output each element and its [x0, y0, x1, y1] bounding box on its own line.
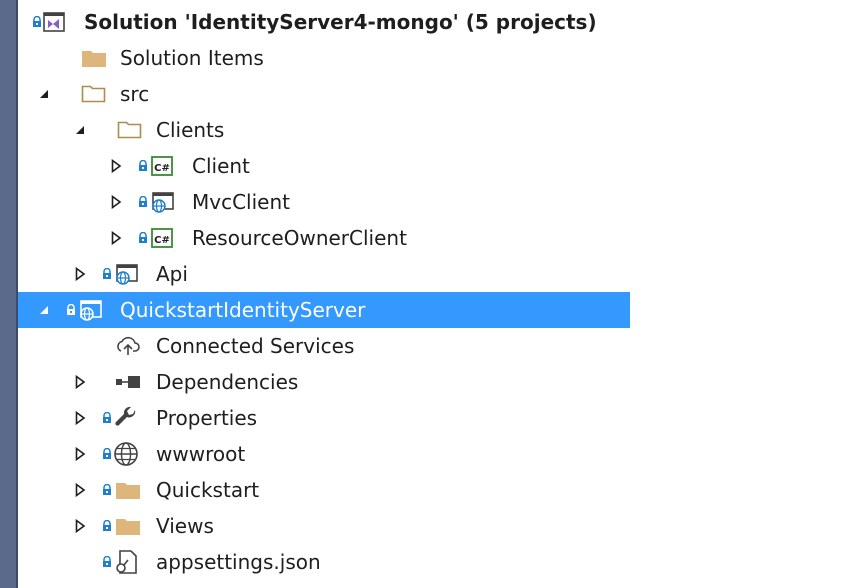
- tree-row-properties[interactable]: Properties: [18, 400, 630, 436]
- folder-open-icon: [116, 112, 144, 148]
- solution-label: Solution 'IdentityServer4-mongo' (5 proj…: [84, 10, 597, 34]
- tree-row-quickstart-identity-server[interactable]: QuickstartIdentityServer: [18, 292, 630, 328]
- tree-row-appsettings-json[interactable]: appsettings.json: [18, 544, 630, 580]
- csharp-badge-text: C#: [154, 163, 170, 174]
- tree-row-solution[interactable]: Solution 'IdentityServer4-mongo' (5 proj…: [18, 4, 630, 40]
- json-file-icon: [112, 544, 140, 580]
- expand-arrow-icon[interactable]: [108, 184, 124, 220]
- lock-icon: [100, 508, 114, 544]
- resourceownerclient-label: ResourceOwnerClient: [192, 226, 407, 250]
- tree-row-wwwroot[interactable]: wwwroot: [18, 436, 630, 472]
- client-label: Client: [192, 154, 250, 178]
- clients-label: Clients: [156, 118, 225, 142]
- wrench-icon: [112, 400, 140, 436]
- wwwroot-label: wwwroot: [156, 442, 246, 466]
- tree-row-src[interactable]: src: [18, 76, 630, 112]
- csharp-project-icon: C#: [148, 220, 176, 256]
- tree-row-solution-items[interactable]: Solution Items: [18, 40, 630, 76]
- dependencies-icon: [114, 364, 142, 400]
- collapse-arrow-icon[interactable]: [72, 112, 88, 148]
- tree-row-dependencies[interactable]: Dependencies: [18, 364, 630, 400]
- lock-icon: [100, 472, 114, 508]
- solution-explorer-tree: Solution 'IdentityServer4-mongo' (5 proj…: [18, 0, 864, 588]
- csharp-project-icon: C#: [148, 148, 176, 184]
- dependencies-label: Dependencies: [156, 370, 299, 394]
- properties-label: Properties: [156, 406, 258, 430]
- globe-icon: [112, 436, 140, 472]
- appsettings-json-label: appsettings.json: [156, 550, 321, 574]
- src-label: src: [120, 82, 150, 106]
- web-project-icon: [76, 292, 104, 328]
- tree-row-client[interactable]: C# Client: [18, 148, 630, 184]
- web-project-icon: [112, 256, 140, 292]
- solution-items-label: Solution Items: [120, 46, 264, 70]
- expand-arrow-icon[interactable]: [72, 472, 88, 508]
- quickstart-label: Quickstart: [156, 478, 260, 502]
- connected-services-label: Connected Services: [156, 334, 355, 358]
- expand-arrow-icon[interactable]: [72, 508, 88, 544]
- left-edge-panel: [0, 0, 18, 588]
- collapse-arrow-icon[interactable]: [36, 292, 52, 328]
- expand-arrow-icon[interactable]: [72, 364, 88, 400]
- tree-row-connected-services[interactable]: Connected Services: [18, 328, 630, 364]
- collapse-arrow-icon[interactable]: [36, 76, 52, 112]
- expand-arrow-icon[interactable]: [108, 220, 124, 256]
- tree-row-quickstart[interactable]: Quickstart: [18, 472, 630, 508]
- connected-services-cloud-icon: [114, 328, 142, 364]
- tree-row-views[interactable]: Views: [18, 508, 630, 544]
- folder-icon: [114, 508, 142, 544]
- quickstart-identity-server-label: QuickstartIdentityServer: [120, 298, 366, 322]
- csharp-badge-text: C#: [154, 235, 170, 246]
- expand-arrow-icon[interactable]: [72, 400, 88, 436]
- folder-open-icon: [80, 76, 108, 112]
- tree-row-api[interactable]: Api: [18, 256, 630, 292]
- tree-row-clients[interactable]: Clients: [18, 112, 630, 148]
- api-label: Api: [156, 262, 188, 286]
- web-project-icon: [148, 184, 176, 220]
- mvcclient-label: MvcClient: [192, 190, 290, 214]
- tree-row-mvcclient[interactable]: MvcClient: [18, 184, 630, 220]
- expand-arrow-icon[interactable]: [72, 256, 88, 292]
- expand-arrow-icon[interactable]: [108, 148, 124, 184]
- solution-icon: [40, 4, 68, 40]
- folder-icon: [80, 40, 108, 76]
- expand-arrow-icon[interactable]: [72, 436, 88, 472]
- folder-icon: [114, 472, 142, 508]
- views-label: Views: [156, 514, 214, 538]
- tree-row-resourceownerclient[interactable]: C# ResourceOwnerClient: [18, 220, 630, 256]
